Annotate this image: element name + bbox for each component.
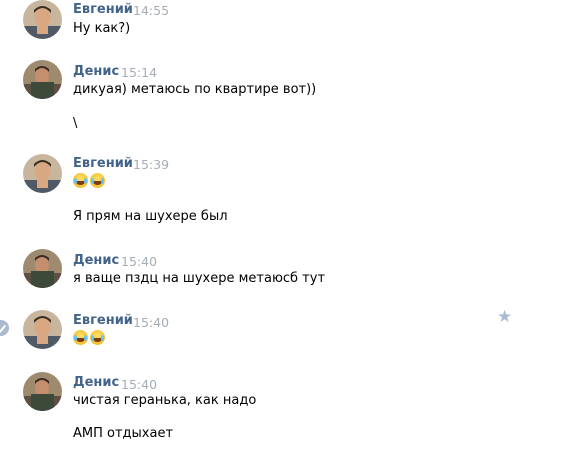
author-name[interactable]: Денис [73, 375, 119, 390]
star-icon[interactable]: ★ [497, 309, 512, 326]
face-with-tears-of-joy-emoji [90, 173, 105, 188]
avatar-evgeniy[interactable] [23, 310, 62, 349]
avatar-denis[interactable] [23, 249, 62, 288]
message-time[interactable]: 14:55 [133, 3, 169, 18]
face-with-tears-of-joy-emoji [73, 173, 88, 188]
message-text: дикуая) метаюсь по квартире вот)) [73, 82, 317, 97]
chat-history: Евгений 14:55 Ну как?) Денис 15:14 дикуа… [0, 0, 561, 453]
face-with-tears-of-joy-emoji [73, 330, 88, 345]
emoji-line [73, 330, 107, 345]
message-time[interactable]: 15:40 [121, 254, 157, 269]
face-with-tears-of-joy-emoji [90, 330, 105, 345]
avatar-denis[interactable] [23, 372, 62, 411]
message-text: чистая геранька, как надо [73, 393, 257, 408]
message-time[interactable]: 15:40 [133, 315, 169, 330]
message-item[interactable]: Денис 15:40 чистая геранька, как надо АМ… [0, 372, 561, 452]
message-text: АМП отдыхает [73, 426, 174, 441]
author-name[interactable]: Денис [73, 64, 119, 79]
message-text: я ваще пздц на шухере метаюсб тут [73, 271, 326, 286]
avatar-denis[interactable] [23, 60, 62, 99]
message-text: Я прям на шухере был [73, 209, 228, 224]
author-name[interactable]: Евгений [73, 2, 133, 17]
message-item[interactable]: Денис 15:14 дикуая) метаюсь по квартире … [0, 60, 561, 140]
emoji-line [73, 173, 107, 188]
message-time[interactable]: 15:14 [121, 65, 157, 80]
message-item[interactable]: Евгений 15:40 [0, 310, 561, 358]
message-item[interactable]: Евгений 15:39 Я прям на шухере был [0, 154, 561, 234]
message-time[interactable]: 15:40 [121, 377, 157, 392]
author-name[interactable]: Денис [73, 253, 119, 268]
message-text: \ [73, 116, 78, 131]
avatar-evgeniy[interactable] [23, 154, 62, 193]
message-item[interactable]: Денис 15:40 я ваще пздц на шухере метаюс… [0, 249, 561, 297]
avatar-evgeniy[interactable] [23, 0, 62, 39]
message-time[interactable]: 15:39 [133, 157, 169, 172]
message-text: Ну как?) [73, 21, 131, 36]
author-name[interactable]: Евгений [73, 313, 133, 328]
author-name[interactable]: Евгений [73, 156, 133, 171]
message-item[interactable]: Евгений 14:55 Ну как?) [0, 0, 561, 52]
